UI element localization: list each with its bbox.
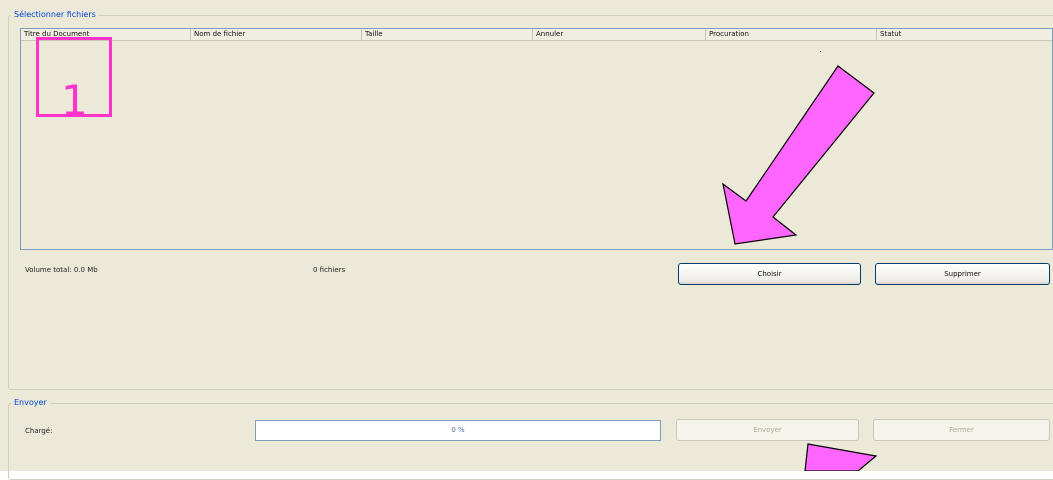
annotation-arrows [722,65,878,471]
arrow-to-choose-button [722,65,875,245]
arrow-to-send-button [804,443,878,471]
